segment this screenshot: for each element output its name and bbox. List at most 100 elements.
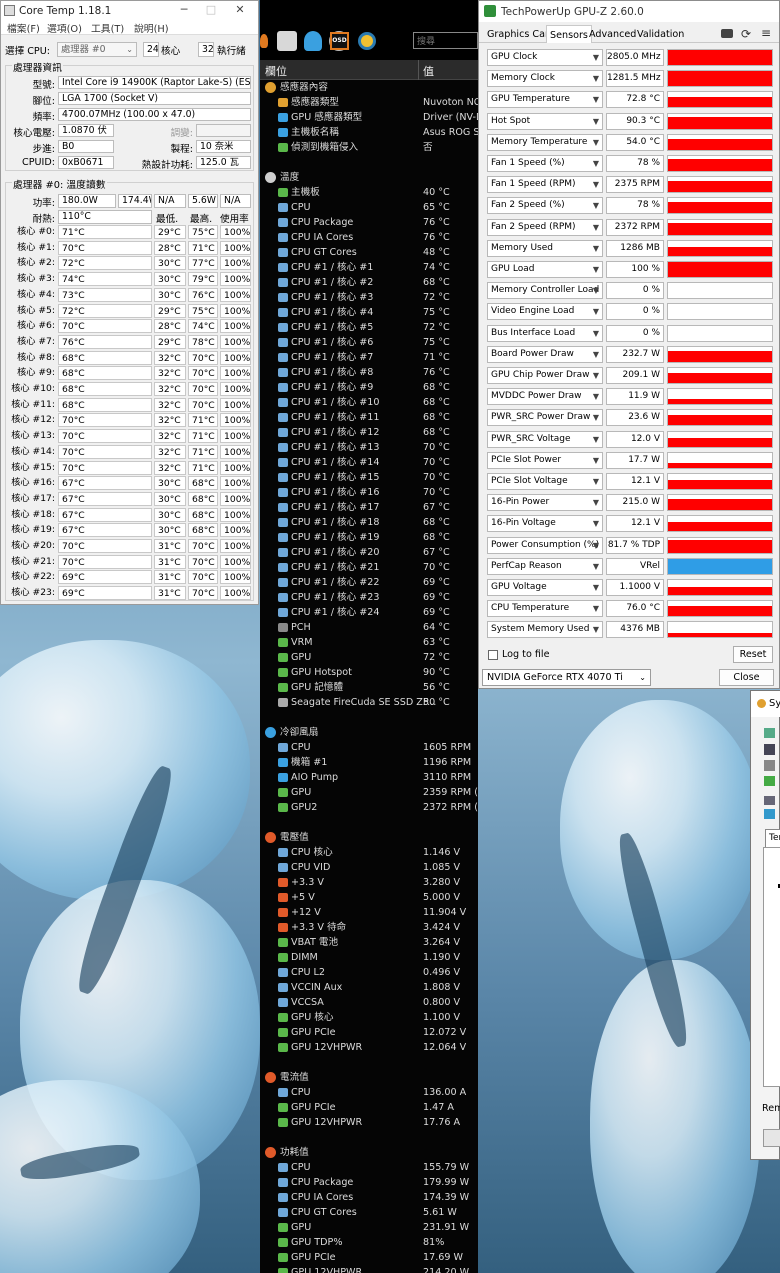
sensor-row[interactable]: CPU #1 / 核心 #15 70 °C <box>260 470 478 485</box>
sensor-row[interactable]: CPU #1 / 核心 #24 69 °C <box>260 605 478 620</box>
sensor-row[interactable]: GPU 記憶體 56 °C <box>260 680 478 695</box>
sensor-row[interactable]: CPU #1 / 核心 #1 74 °C <box>260 260 478 275</box>
sensor-row[interactable]: CPU 155.79 W <box>260 1160 478 1175</box>
sensor-row[interactable]: CPU #1 / 核心 #5 72 °C <box>260 320 478 335</box>
gpu-sensor-name-dropdown[interactable]: System Memory Used ▼ <box>487 621 603 639</box>
menu-options[interactable]: 選項(O) <box>47 21 82 35</box>
sensor-section-header[interactable]: 電壓值 <box>260 830 478 845</box>
sensor-row[interactable]: 主機板名稱 Asus ROG Str <box>260 125 478 140</box>
gpu-select-dropdown[interactable]: NVIDIA GeForce RTX 4070 Ti ⌄ <box>482 669 651 686</box>
sensor-section-header[interactable]: 冷卻風扇 <box>260 725 478 740</box>
gpu-sensor-name-dropdown[interactable]: Bus Interface Load ▼ <box>487 324 603 342</box>
gpu-sensor-name-dropdown[interactable]: Board Power Draw ▼ <box>487 345 603 363</box>
sensor-row[interactable]: GPU PCIe 12.072 V <box>260 1025 478 1040</box>
sensor-row[interactable]: 機箱 #1 1196 RPM <box>260 755 478 770</box>
sensor-row[interactable]: CPU #1 / 核心 #19 68 °C <box>260 530 478 545</box>
sensor-row[interactable]: CPU #1 / 核心 #14 70 °C <box>260 455 478 470</box>
system-info-button[interactable] <box>763 1129 780 1147</box>
gpu-sensor-name-dropdown[interactable]: Fan 2 Speed (%) ▼ <box>487 197 603 215</box>
tab-advanced[interactable]: Advanced <box>589 29 636 40</box>
sensor-row[interactable]: CPU GT Cores 48 °C <box>260 245 478 260</box>
sensor-row[interactable]: VCCSA 0.800 V <box>260 995 478 1010</box>
sensor-row[interactable]: PCH 64 °C <box>260 620 478 635</box>
sensor-row[interactable]: 主機板 40 °C <box>260 185 478 200</box>
sensor-row[interactable]: CPU IA Cores 76 °C <box>260 230 478 245</box>
sensor-row[interactable]: GPU PCIe 1.47 A <box>260 1100 478 1115</box>
sensor-row[interactable]: CPU #1 / 核心 #18 68 °C <box>260 515 478 530</box>
close-button[interactable]: Close <box>719 669 774 686</box>
sensor-row[interactable]: CPU #1 / 核心 #10 68 °C <box>260 395 478 410</box>
sensor-row[interactable]: CPU #1 / 核心 #20 67 °C <box>260 545 478 560</box>
gpu-sensor-name-dropdown[interactable]: Hot Spot ▼ <box>487 112 603 130</box>
sensor-row[interactable]: CPU #1 / 核心 #12 68 °C <box>260 425 478 440</box>
menu-help[interactable]: 說明(H) <box>134 21 169 35</box>
tab-sensors[interactable]: Sensors <box>546 25 592 43</box>
sensor-row[interactable]: +5 V 5.000 V <box>260 890 478 905</box>
gpu-sensor-name-dropdown[interactable]: 16-Pin Voltage ▼ <box>487 515 603 533</box>
sensor-row[interactable]: GPU 核心 1.100 V <box>260 1010 478 1025</box>
sensor-row[interactable]: GPU 2359 RPM (78%) <box>260 785 478 800</box>
gpu-sensor-name-dropdown[interactable]: GPU Temperature ▼ <box>487 91 603 109</box>
gpu-sensor-name-dropdown[interactable]: PWR_SRC Voltage ▼ <box>487 430 603 448</box>
chip-icon[interactable] <box>764 744 775 755</box>
gpu-sensor-name-dropdown[interactable]: Memory Controller Load ▼ <box>487 282 603 300</box>
gpu-sensor-name-dropdown[interactable]: Memory Clock ▼ <box>487 70 603 88</box>
gpu-sensor-name-dropdown[interactable]: Memory Temperature ▼ <box>487 133 603 151</box>
sensor-row[interactable]: GPU PCIe 17.69 W <box>260 1250 478 1265</box>
memory-icon[interactable] <box>764 760 775 771</box>
sensor-row[interactable]: GPU 231.91 W <box>260 1220 478 1235</box>
sensor-row[interactable]: Seagate FireCuda SE SSD ZP... 50 °C <box>260 695 478 710</box>
system-info-tab[interactable]: Ter <box>765 829 780 847</box>
sensor-row[interactable]: GPU 12VHPWR 17.76 A <box>260 1115 478 1130</box>
display-icon[interactable] <box>764 809 775 819</box>
gpu-sensor-name-dropdown[interactable]: Fan 1 Speed (%) ▼ <box>487 155 603 172</box>
sensor-row[interactable]: CPU GT Cores 5.61 W <box>260 1205 478 1220</box>
fire-icon[interactable] <box>260 34 268 48</box>
sensor-section-header[interactable]: 感應器內容 <box>260 80 478 95</box>
sensor-row[interactable]: CPU #1 / 核心 #3 72 °C <box>260 290 478 305</box>
sensor-row[interactable]: +3.3 V 待命 3.424 V <box>260 920 478 935</box>
menu-file[interactable]: 檔案(F) <box>7 21 40 35</box>
column-field-header[interactable]: 欄位 <box>265 63 287 79</box>
gpu-sensor-name-dropdown[interactable]: 16-Pin Power ▼ <box>487 494 603 512</box>
sensor-row[interactable]: CPU 136.00 A <box>260 1085 478 1100</box>
sensor-row[interactable]: CPU #1 / 核心 #6 75 °C <box>260 335 478 350</box>
sensor-row[interactable]: CPU L2 0.496 V <box>260 965 478 980</box>
clock-icon[interactable] <box>358 32 376 50</box>
cpu-select-dropdown[interactable]: 處理器 #0 ⌄ <box>57 42 137 57</box>
sensor-row[interactable]: GPU 12VHPWR 12.064 V <box>260 1040 478 1055</box>
sensor-row[interactable]: CPU #1 / 核心 #13 70 °C <box>260 440 478 455</box>
close-icon[interactable]: ✕ <box>233 3 247 17</box>
network-icon[interactable] <box>277 31 297 51</box>
sensor-row[interactable]: VCCIN Aux 1.808 V <box>260 980 478 995</box>
sensor-row[interactable]: 感應器類型 Nuvoton NC <box>260 95 478 110</box>
sensor-row[interactable]: DIMM 1.190 V <box>260 950 478 965</box>
maximize-icon[interactable]: □ <box>204 3 218 17</box>
gpu-sensor-name-dropdown[interactable]: GPU Chip Power Draw ▼ <box>487 367 603 384</box>
sensor-section-header[interactable]: 功耗值 <box>260 1145 478 1160</box>
user-icon[interactable] <box>304 31 322 51</box>
gpu-sensor-name-dropdown[interactable]: MVDDC Power Draw ▼ <box>487 388 603 406</box>
gpu-sensor-name-dropdown[interactable]: GPU Load ▼ <box>487 261 603 278</box>
column-value-header[interactable]: 值 <box>423 63 434 79</box>
sensor-row[interactable]: CPU 核心 1.146 V <box>260 845 478 860</box>
sensor-row[interactable]: +12 V 11.904 V <box>260 905 478 920</box>
sensor-row[interactable]: CPU #1 / 核心 #22 69 °C <box>260 575 478 590</box>
gpu-sensor-name-dropdown[interactable]: CPU Temperature ▼ <box>487 600 603 618</box>
sensor-row[interactable]: CPU #1 / 核心 #4 75 °C <box>260 305 478 320</box>
sensor-row[interactable]: CPU 1605 RPM <box>260 740 478 755</box>
gpu-sensor-name-dropdown[interactable]: PCIe Slot Power ▼ <box>487 451 603 469</box>
sensor-row[interactable]: CPU #1 / 核心 #16 70 °C <box>260 485 478 500</box>
menu-tools[interactable]: 工具(T) <box>91 21 124 35</box>
camera-icon[interactable] <box>721 29 733 38</box>
menu-icon[interactable]: ≡ <box>761 26 771 40</box>
tab-validation[interactable]: Validation <box>637 29 684 40</box>
gpu-sensor-name-dropdown[interactable]: Fan 1 Speed (RPM) ▼ <box>487 176 603 194</box>
sensor-row[interactable]: CPU #1 / 核心 #11 68 °C <box>260 410 478 425</box>
sensor-row[interactable]: CPU #1 / 核心 #8 76 °C <box>260 365 478 380</box>
sensor-row[interactable]: VRM 63 °C <box>260 635 478 650</box>
sensor-row[interactable]: +3.3 V 3.280 V <box>260 875 478 890</box>
osd-icon[interactable]: OSD <box>330 32 349 50</box>
gpu-sensor-name-dropdown[interactable]: PWR_SRC Power Draw ▼ <box>487 409 603 427</box>
gpu-sensor-name-dropdown[interactable]: Power Consumption (%) ▼ <box>487 536 603 554</box>
